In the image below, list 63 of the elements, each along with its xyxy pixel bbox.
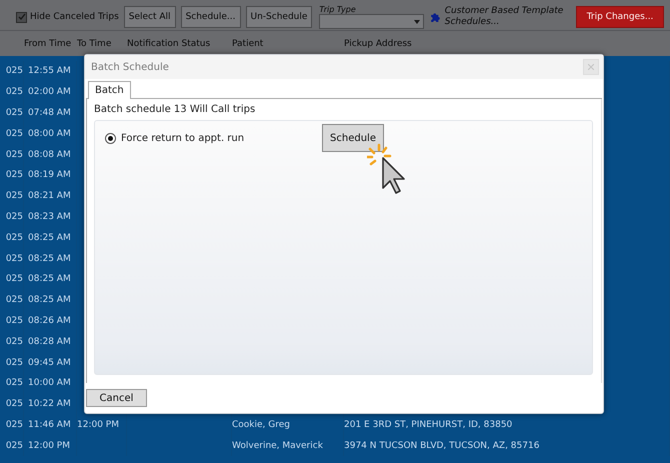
table-cell: 025 bbox=[0, 61, 24, 82]
table-cell: 08:25 AM bbox=[24, 227, 77, 248]
table-cell: 025 bbox=[0, 331, 24, 352]
table-cell: 025 bbox=[0, 352, 24, 373]
schedule-button[interactable]: Schedule bbox=[322, 124, 384, 152]
table-cell: 11:46 AM bbox=[24, 414, 77, 436]
column-header[interactable]: Pickup Address bbox=[344, 38, 670, 48]
column-header[interactable]: Notification Status bbox=[127, 38, 232, 48]
column-header[interactable]: To Time bbox=[77, 38, 127, 48]
table-cell: Wolverine, Maverick bbox=[232, 435, 344, 456]
table-cell: 08:21 AM bbox=[24, 186, 77, 207]
trip-type-label: Trip Type bbox=[319, 5, 357, 14]
table-cell: 10:22 AM bbox=[24, 394, 77, 415]
column-header[interactable]: From Time bbox=[24, 38, 77, 48]
table-cell: 025 bbox=[0, 435, 24, 456]
table-cell: 08:23 AM bbox=[24, 206, 77, 228]
table-cell: 07:48 AM bbox=[24, 102, 77, 124]
table-cell: 025 bbox=[0, 394, 24, 415]
option-label[interactable]: Force return to appt. run bbox=[121, 133, 244, 144]
summary-text: Batch schedule 13 Will Call trips bbox=[94, 104, 256, 115]
radio-button[interactable] bbox=[105, 133, 116, 144]
table-cell: 08:28 AM bbox=[24, 331, 77, 352]
table-cell: 025 bbox=[0, 227, 24, 248]
tab[interactable]: Batch bbox=[88, 81, 131, 99]
caret-icon bbox=[414, 20, 420, 24]
table-cell: 08:26 AM bbox=[24, 310, 77, 332]
table-cell: 025 bbox=[0, 414, 24, 436]
table-cell: 08:25 AM bbox=[24, 248, 77, 269]
toolbar-button[interactable]: Un-Schedule bbox=[246, 6, 312, 28]
table-cell: 025 bbox=[0, 164, 24, 186]
table-cell: 025 bbox=[0, 310, 24, 332]
dialog-title: Batch Schedule bbox=[91, 62, 169, 72]
trip-changes-button[interactable]: Trip Changes... bbox=[576, 6, 664, 28]
table-cell: 09:45 AM bbox=[24, 352, 77, 373]
close-icon[interactable] bbox=[583, 59, 599, 75]
toolbar-button[interactable]: Select All bbox=[124, 6, 176, 28]
table-cell: 08:00 AM bbox=[24, 123, 77, 144]
table-cell: 08:19 AM bbox=[24, 164, 77, 186]
table-cell: 12:55 AM bbox=[24, 61, 77, 82]
table-cell: 025 bbox=[0, 82, 24, 103]
table-cell: 08:08 AM bbox=[24, 144, 77, 165]
table-cell: 10:00 AM bbox=[24, 372, 77, 394]
toolbar-button[interactable]: Schedule... bbox=[180, 6, 241, 28]
table-cell: 025 bbox=[0, 248, 24, 269]
table-cell: 025 bbox=[0, 268, 24, 290]
table-cell: 025 bbox=[0, 144, 24, 165]
table-cell: 025 bbox=[0, 102, 24, 124]
table-cell: 025 bbox=[0, 186, 24, 207]
table-cell: 12:00 PM bbox=[24, 435, 77, 456]
table-cell: 025 bbox=[0, 372, 24, 394]
trip-type-dropdown[interactable] bbox=[319, 14, 424, 29]
table-cell: 025 bbox=[0, 290, 24, 311]
column-header[interactable]: Patient bbox=[232, 38, 344, 48]
table-cell: 025 bbox=[0, 123, 24, 144]
hide-canceled-checkbox[interactable]: Hide Canceled Trips bbox=[16, 12, 119, 22]
table-cell: 02:00 AM bbox=[24, 82, 77, 103]
template-schedules-link[interactable]: Customer Based Template Schedules... bbox=[444, 6, 572, 28]
table-cell: 08:25 AM bbox=[24, 268, 77, 290]
table-cell: 3974 N TUCSON BLVD, TUCSON, AZ, 85716 bbox=[344, 435, 670, 456]
checkmark-icon bbox=[18, 13, 26, 21]
table-cell: 08:25 AM bbox=[24, 290, 77, 311]
cancel-button[interactable]: Cancel bbox=[86, 389, 147, 407]
table-cell: 025 bbox=[0, 206, 24, 228]
